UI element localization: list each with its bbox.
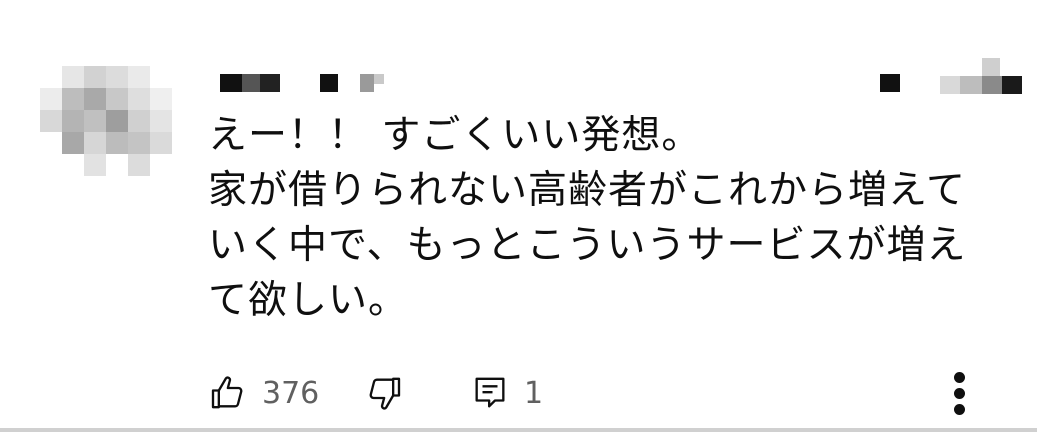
dislike-button[interactable] — [364, 368, 404, 418]
comment-icon — [470, 373, 510, 413]
comment-line: て欲しい。 — [208, 278, 409, 323]
comment-text: えー！！ すごくいい発想。 家が借りられない高齢者がこれから増えて いく中で、も… — [208, 108, 1008, 328]
comment-line: 家が借りられない高齢者がこれから増えて — [208, 168, 967, 213]
divider — [0, 428, 1037, 432]
thumbs-down-icon — [364, 373, 404, 413]
more-options-button[interactable] — [944, 368, 976, 420]
thumbs-up-icon — [208, 373, 248, 413]
comment-action-bar: 376 1 — [208, 368, 1008, 418]
reply-count: 1 — [524, 375, 544, 411]
comment-line: いく中で、もっとこういうサービスが増え — [208, 223, 967, 268]
like-count: 376 — [262, 375, 320, 411]
avatar[interactable] — [36, 66, 186, 176]
comment-timestamp — [880, 58, 1030, 100]
reply-button[interactable]: 1 — [470, 368, 543, 418]
author-name[interactable] — [220, 66, 410, 100]
comment-card: えー！！ すごくいい発想。 家が借りられない高齢者がこれから増えて いく中で、も… — [0, 0, 1037, 432]
comment-line: えー！！ すごくいい発想。 — [208, 113, 702, 158]
like-button[interactable]: 376 — [208, 368, 319, 418]
